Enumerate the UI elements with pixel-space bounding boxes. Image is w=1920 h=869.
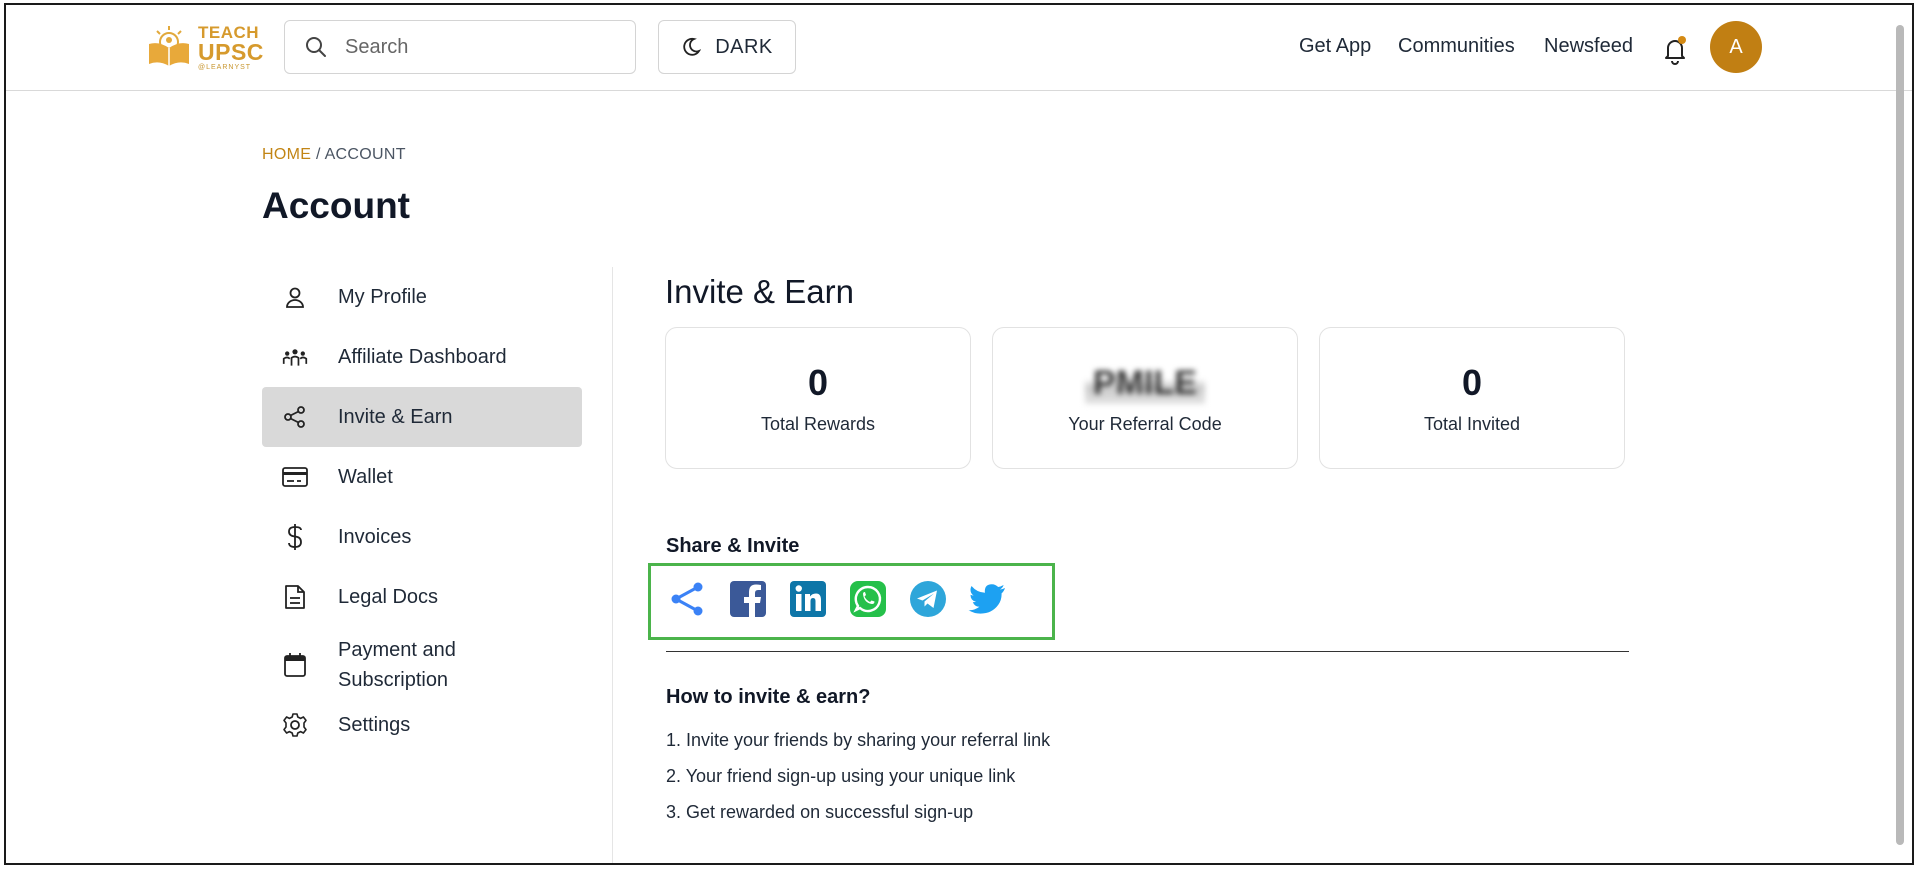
breadcrumb-current: ACCOUNT — [324, 146, 406, 163]
breadcrumb-home[interactable]: HOME — [262, 146, 311, 163]
telegram-icon[interactable] — [908, 579, 948, 619]
avatar-initial: A — [1729, 35, 1743, 58]
logo-line2: UPSC — [198, 38, 264, 65]
account-sidebar: My Profile Affiliate Dashboard Invite & … — [262, 267, 582, 747]
sidebar-divider — [612, 267, 613, 863]
search-icon — [306, 37, 326, 57]
sidebar-item-label: Wallet — [338, 466, 393, 488]
avatar[interactable]: A — [1710, 21, 1762, 73]
card-icon — [282, 464, 308, 490]
stat-value: 0 — [807, 362, 829, 403]
breadcrumb-separator: / — [315, 146, 321, 163]
page-title: Account — [262, 185, 410, 226]
howto-title: How to invite & earn? — [666, 686, 871, 708]
sidebar-item-my-profile[interactable]: My Profile — [262, 267, 582, 327]
section-divider — [666, 651, 1629, 652]
logo[interactable]: TEACH UPSC @LEARNYST — [146, 20, 266, 74]
app-window: TEACH UPSC @LEARNYST DARK Get App Commun… — [4, 3, 1914, 865]
logo-text: TEACH UPSC @LEARNYST — [198, 24, 264, 71]
user-icon — [282, 284, 308, 310]
whatsapp-icon[interactable] — [848, 579, 888, 619]
sidebar-item-invite-earn[interactable]: Invite & Earn — [262, 387, 582, 447]
twitter-icon[interactable] — [968, 579, 1008, 619]
stat-card-total-rewards: 0 Total Rewards — [665, 327, 971, 469]
search-input[interactable] — [343, 34, 607, 60]
share-label: Share & Invite — [666, 535, 800, 557]
dark-mode-label: DARK — [715, 35, 773, 58]
gear-icon — [282, 712, 308, 738]
sidebar-item-label: Settings — [338, 714, 411, 736]
stat-card-referral-code[interactable]: PMILE Your Referral Code — [992, 327, 1298, 469]
sidebar-item-affiliate-dashboard[interactable]: Affiliate Dashboard — [262, 327, 582, 387]
sidebar-item-label: Invite & Earn — [338, 406, 453, 428]
stat-card-total-invited: 0 Total Invited — [1319, 327, 1625, 469]
bell-icon[interactable] — [1661, 35, 1689, 65]
share-icon[interactable] — [668, 579, 708, 619]
dark-mode-button[interactable]: DARK — [658, 20, 796, 74]
sidebar-item-label: My Profile — [338, 286, 427, 308]
nav-communities[interactable]: Communities — [1398, 35, 1515, 58]
stat-caption: Total Rewards — [760, 414, 876, 434]
sidebar-item-legal-docs[interactable]: Legal Docs — [262, 567, 582, 627]
sidebar-item-label: Legal Docs — [338, 586, 439, 608]
moon-icon — [683, 37, 702, 56]
document-icon — [282, 584, 308, 610]
share-nodes-icon — [282, 404, 308, 430]
search-box[interactable] — [284, 20, 636, 74]
facebook-icon[interactable] — [728, 579, 768, 619]
dollar-icon — [282, 524, 308, 550]
stat-value: 0 — [1461, 362, 1483, 403]
referral-code-wrapper: PMILE — [993, 362, 1297, 404]
referral-code-value[interactable]: PMILE — [1085, 362, 1205, 404]
sidebar-item-settings[interactable]: Settings — [262, 703, 582, 747]
logo-line1: TEACH — [198, 22, 260, 42]
linkedin-icon[interactable] — [788, 579, 828, 619]
sidebar-item-payment-subscription[interactable]: Payment and Subscription — [262, 627, 582, 703]
sidebar-item-label: Affiliate Dashboard — [338, 346, 507, 368]
book-logo-icon — [149, 26, 189, 66]
section-title: Invite & Earn — [665, 273, 854, 310]
howto-step: 2. Your friend sign-up using your unique… — [666, 766, 1016, 786]
people-group-icon — [282, 344, 308, 370]
nav-get-app[interactable]: Get App — [1299, 35, 1371, 58]
vertical-scrollbar[interactable] — [1896, 25, 1904, 845]
nav-newsfeed[interactable]: Newsfeed — [1544, 35, 1633, 58]
stat-caption: Your Referral Code — [1068, 414, 1222, 434]
top-header: TEACH UPSC @LEARNYST DARK Get App Commun… — [6, 5, 1912, 91]
sidebar-item-wallet[interactable]: Wallet — [262, 447, 582, 507]
sidebar-item-label: Payment and Subscription — [338, 639, 456, 691]
stat-caption: Total Invited — [1423, 414, 1521, 434]
logo-line3: @LEARNYST — [198, 63, 252, 71]
sidebar-item-invoices[interactable]: Invoices — [262, 507, 582, 567]
howto-step: 1. Invite your friends by sharing your r… — [666, 730, 1051, 750]
howto-step: 3. Get rewarded on successful sign-up — [666, 802, 974, 822]
breadcrumb: HOME / ACCOUNT — [262, 146, 406, 164]
calendar-icon — [282, 652, 308, 678]
sidebar-item-label: Invoices — [338, 526, 412, 548]
